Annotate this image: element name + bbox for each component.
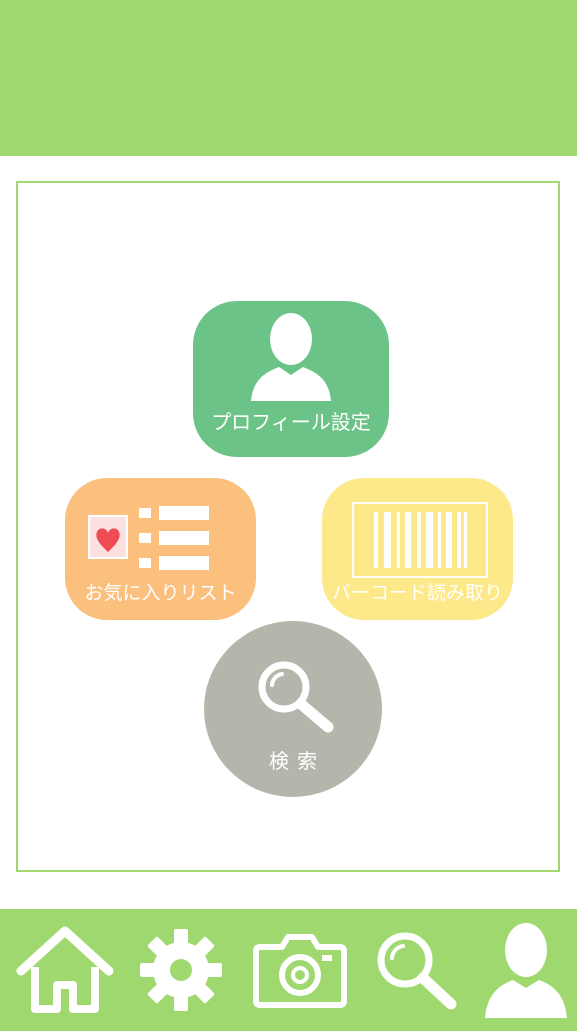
tab-camera[interactable] <box>244 909 356 1031</box>
tab-profile[interactable] <box>478 909 574 1031</box>
search-label: 検索 <box>269 749 325 773</box>
tab-home[interactable] <box>10 909 120 1031</box>
person-icon <box>483 920 569 1020</box>
search-icon <box>373 928 459 1012</box>
barcode-scan-button[interactable]: バーコード読み取り <box>322 478 513 620</box>
tab-settings[interactable] <box>126 909 236 1031</box>
gear-icon <box>138 927 224 1013</box>
person-icon <box>249 309 333 405</box>
barcode-icon <box>352 502 488 578</box>
favorites-list-button[interactable]: お気に入りリスト <box>65 478 256 620</box>
camera-icon <box>252 931 348 1009</box>
header-bar <box>0 0 577 156</box>
barcode-scan-label: バーコード読み取り <box>331 582 503 604</box>
home-icon <box>15 925 115 1015</box>
search-icon <box>254 659 338 735</box>
favorites-list-icon <box>87 502 213 574</box>
search-button[interactable]: 検索 <box>204 621 382 797</box>
profile-settings-button[interactable]: プロフィール設定 <box>193 301 389 457</box>
bottom-tab-bar <box>0 909 577 1031</box>
profile-settings-label: プロフィール設定 <box>211 410 371 434</box>
favorites-list-label: お気に入りリスト <box>84 582 237 604</box>
tab-search[interactable] <box>362 909 470 1031</box>
